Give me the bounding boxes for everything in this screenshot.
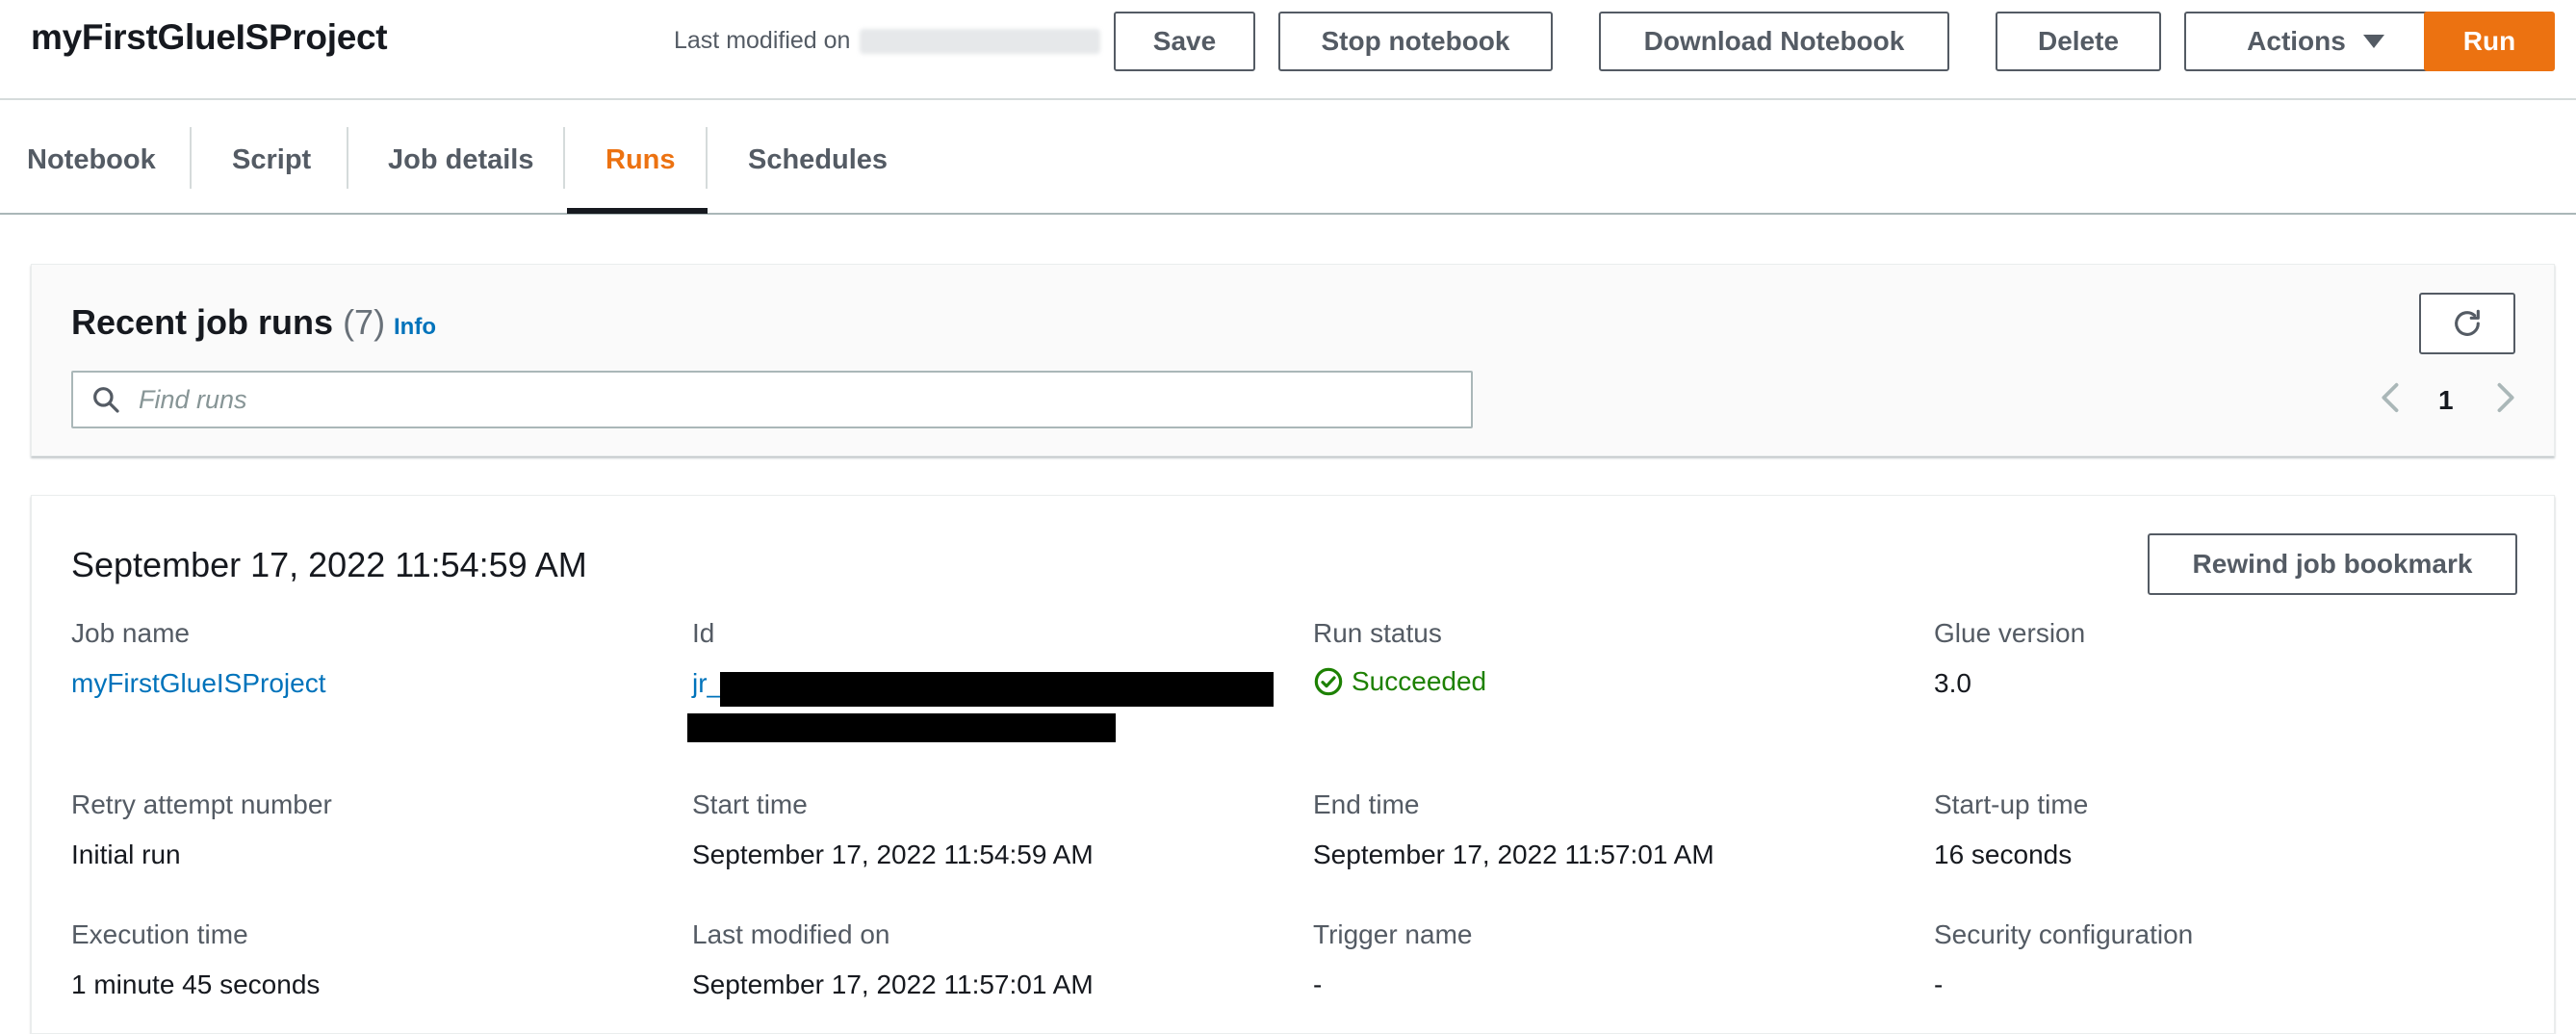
run-title: September 17, 2022 11:54:59 AM	[71, 545, 587, 584]
next-page-button[interactable]	[2495, 381, 2518, 419]
security-config-value: -	[1934, 969, 1944, 999]
tab-script[interactable]: Script	[232, 144, 311, 176]
run-status-value: Succeeded	[1313, 666, 1486, 697]
search-box[interactable]	[71, 371, 1473, 428]
last-modified-value: September 17, 2022 11:57:01 AM	[692, 969, 1094, 999]
tab-separator	[347, 127, 348, 189]
search-input[interactable]	[137, 372, 1471, 427]
trigger-name-label: Trigger name	[1313, 919, 1473, 949]
search-icon	[90, 384, 121, 415]
actions-label: Actions	[2247, 26, 2346, 56]
trigger-name-value: -	[1313, 969, 1323, 999]
recent-runs-count: (7)	[343, 302, 386, 342]
download-notebook-button[interactable]: Download Notebook	[1599, 12, 1949, 71]
glue-version-value: 3.0	[1934, 668, 1971, 698]
run-button[interactable]: Run	[2424, 12, 2555, 71]
caret-down-icon	[2362, 35, 2384, 48]
actions-dropdown-button[interactable]: Actions	[2184, 12, 2447, 71]
info-link[interactable]: Info	[394, 314, 436, 341]
stop-notebook-button[interactable]: Stop notebook	[1278, 12, 1553, 71]
execution-time-value: 1 minute 45 seconds	[71, 969, 321, 999]
tab-separator	[563, 127, 565, 189]
tabs-divider	[0, 213, 2576, 215]
last-modified-value-blurred	[860, 28, 1101, 54]
recent-runs-heading: Recent job runs (7)	[71, 302, 385, 343]
retry-attempt-label: Retry attempt number	[71, 789, 332, 819]
security-config-label: Security configuration	[1934, 919, 2194, 949]
end-time-label: End time	[1313, 789, 1420, 819]
delete-button[interactable]: Delete	[1996, 12, 2161, 71]
end-time-value: September 17, 2022 11:57:01 AM	[1313, 840, 1714, 869]
startup-time-value: 16 seconds	[1934, 840, 2073, 869]
recent-runs-title: Recent job runs	[71, 302, 334, 342]
page-title: myFirstGlueISProject	[31, 17, 388, 57]
page-number[interactable]: 1	[2438, 385, 2454, 416]
retry-attempt-value: Initial run	[71, 840, 181, 869]
run-status-label: Run status	[1313, 618, 1442, 648]
job-name-link[interactable]: myFirstGlueISProject	[71, 668, 326, 699]
refresh-icon	[2455, 309, 2480, 336]
last-modified-label: Last modified on	[674, 27, 851, 54]
save-button[interactable]: Save	[1114, 12, 1255, 71]
start-time-label: Start time	[692, 789, 808, 819]
last-modified-label-field: Last modified on	[692, 919, 890, 949]
startup-time-label: Start-up time	[1934, 789, 2089, 819]
id-label: Id	[692, 618, 715, 648]
tab-notebook[interactable]: Notebook	[27, 144, 156, 176]
chevron-left-icon	[2382, 382, 2399, 413]
tab-separator	[706, 127, 708, 189]
last-modified: Last modified on	[674, 27, 1101, 55]
rewind-job-bookmark-button[interactable]: Rewind job bookmark	[2148, 533, 2517, 595]
previous-page-button[interactable]	[2378, 381, 2401, 419]
tab-schedules[interactable]: Schedules	[748, 144, 888, 176]
active-tab-indicator	[567, 208, 708, 214]
refresh-button[interactable]	[2419, 293, 2515, 354]
tab-separator	[190, 127, 192, 189]
header-divider	[0, 98, 2576, 100]
tab-runs[interactable]: Runs	[605, 144, 676, 176]
glue-version-label: Glue version	[1934, 618, 2086, 648]
success-check-icon	[1314, 667, 1343, 696]
job-name-label: Job name	[71, 618, 190, 648]
run-status-text: Succeeded	[1352, 666, 1487, 696]
tab-job-details[interactable]: Job details	[388, 144, 534, 176]
chevron-right-icon	[2497, 382, 2514, 413]
redacted-id-block	[720, 672, 1274, 707]
run-id-link[interactable]: jr_	[692, 668, 722, 699]
redacted-id-block	[687, 713, 1116, 742]
execution-time-label: Execution time	[71, 919, 248, 949]
start-time-value: September 17, 2022 11:54:59 AM	[692, 840, 1094, 869]
